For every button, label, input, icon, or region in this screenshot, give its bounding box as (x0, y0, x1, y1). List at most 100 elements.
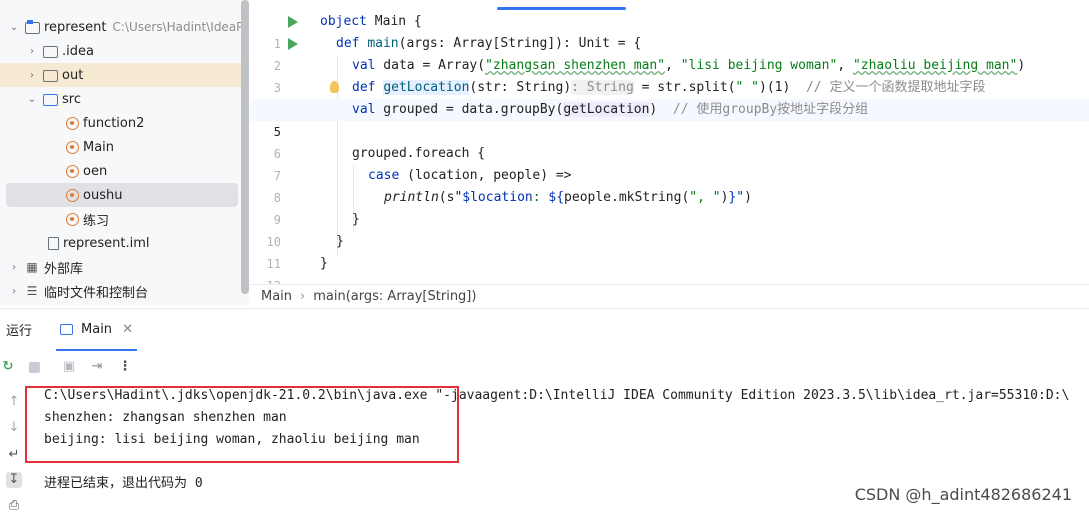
code-text: (location, people) => (399, 168, 572, 183)
console-side-toolbar: ↑ ↓ ↵ ↧ ⎙ (0, 390, 28, 516)
code-line[interactable]: 9 println(s"$location: ${people.mkString… (250, 187, 1089, 227)
print-icon[interactable]: ⎙ (6, 498, 22, 514)
keyword: val (352, 58, 376, 73)
tree-item-label: oushu (83, 187, 123, 203)
annotation-highlight-box (25, 386, 459, 463)
tab-main[interactable]: Main ✕ (56, 309, 137, 351)
lightbulb-icon[interactable] (330, 81, 339, 93)
tree-item-lianxi[interactable]: 练习 (0, 207, 249, 231)
code-text: data = Array( (375, 58, 486, 73)
tree-item-oushu[interactable]: oushu (6, 183, 238, 207)
interpolation-open: ${ (548, 190, 565, 205)
code-line[interactable]: 12 } (250, 253, 1089, 284)
tree-item-label: out (62, 67, 84, 83)
tree-item-function2[interactable]: function2 (0, 111, 249, 135)
chevron-right-icon[interactable]: › (8, 262, 20, 273)
keyword: val (352, 102, 376, 117)
tree-item-oen[interactable]: oen (0, 159, 249, 183)
tree-item-label: represent.iml (63, 235, 150, 251)
keyword: case (368, 168, 400, 183)
code-line-current[interactable]: 5 val grouped = data.groupBy(getLocation… (250, 99, 1089, 139)
keyword: def (352, 80, 376, 95)
comment: // 使用groupBy按地址字段分组 (672, 102, 869, 117)
string-literal: " " (735, 80, 760, 95)
run-panel-title: 运行 (6, 324, 33, 339)
arrow-down-icon[interactable]: ↓ (6, 420, 22, 436)
library-icon: ▦ (26, 260, 38, 274)
tree-item-label: oen (83, 163, 108, 179)
code-line[interactable]: 2 def main(args: Array[String]): Unit = … (250, 33, 1089, 73)
camera-icon[interactable]: ▣ (62, 360, 76, 374)
code-text: ) (1017, 58, 1026, 73)
tree-root[interactable]: ⌄ represent C:\Users\Hadint\IdeaP (0, 15, 249, 39)
chevron-down-icon[interactable]: ⌄ (8, 22, 20, 33)
application-icon (60, 324, 74, 335)
code-line[interactable]: 6 (250, 121, 1089, 161)
tree-item-iml[interactable]: represent.iml (0, 231, 249, 255)
rerun-icon[interactable]: ↻ (1, 360, 15, 374)
code-text: (str: String) (469, 80, 572, 95)
breadcrumb-item[interactable]: main(args: Array[String]) (313, 289, 476, 304)
breadcrumb-item[interactable]: Main (261, 289, 292, 304)
run-icon[interactable] (288, 16, 298, 28)
comment: // 定义一个函数提取地址字段 (805, 80, 986, 95)
code-text: = str.split( (633, 80, 736, 95)
scala-object-icon (66, 116, 79, 130)
code-line[interactable]: 7 grouped.foreach { (250, 143, 1089, 183)
scroll-to-end-icon[interactable]: ↧ (6, 472, 22, 488)
arrow-up-icon[interactable]: ↑ (6, 394, 22, 410)
scala-object-icon (66, 188, 79, 202)
scala-object-icon (66, 212, 79, 226)
code-text: , (837, 58, 853, 73)
tree-item-label: src (62, 91, 81, 107)
tree-item-src[interactable]: ⌄ src (0, 87, 249, 111)
run-icon[interactable] (288, 38, 298, 50)
console-line: 进程已结束，退出代码为 0 (44, 476, 203, 491)
module-folder-icon (24, 20, 40, 34)
tree-item-out[interactable]: › out (0, 63, 249, 87)
line-number: 12 (250, 275, 281, 284)
more-options-icon[interactable]: ⋮ (118, 360, 132, 374)
chevron-right-icon[interactable]: › (26, 46, 38, 57)
code-line[interactable]: 11 } (250, 231, 1089, 271)
file-icon (48, 236, 59, 250)
code-line[interactable]: 4 def getLocation(str: String): String =… (250, 77, 1089, 117)
code-line[interactable]: 8 case (location, people) => (250, 165, 1089, 205)
code-editor[interactable]: 1 object Main { 2 def main(args: Array[S… (250, 0, 1089, 284)
string-literal: "zhangsan shenzhen man" (485, 58, 666, 73)
code-text: ) (649, 102, 658, 117)
string-literal: : (532, 190, 549, 205)
tree-item-main[interactable]: Main (0, 135, 249, 159)
chevron-right-icon: › (300, 289, 306, 304)
tree-scrollbar[interactable] (241, 0, 249, 294)
tree-item-label: 外部库 (44, 261, 84, 277)
breadcrumb: Main › main(args: Array[String]) (250, 284, 1089, 308)
keyword: object (320, 14, 367, 29)
code-text: (s" (438, 190, 463, 205)
code-text: Main { (366, 14, 422, 29)
string-literal: "zhaoliu beijing man" (852, 58, 1018, 73)
soft-wrap-icon[interactable]: ↵ (6, 447, 22, 463)
tree-item-scratches[interactable]: › ☰ 临时文件和控制台 (0, 279, 249, 303)
chevron-right-icon[interactable]: › (26, 70, 38, 81)
tree-root-path: C:\Users\Hadint\IdeaP (112, 20, 244, 34)
stop-icon[interactable] (29, 361, 40, 373)
code-text: } (352, 212, 360, 227)
chevron-down-icon[interactable]: ⌄ (26, 94, 38, 105)
code-line[interactable]: 1 object Main { (250, 11, 1089, 51)
close-icon[interactable]: ✕ (122, 322, 133, 337)
tree-item-idea[interactable]: › .idea (0, 39, 249, 63)
code-line[interactable]: 3 val data = Array("zhangsan shenzhen ma… (250, 55, 1089, 95)
folder-icon (42, 44, 58, 58)
tree-root-label: represent (44, 19, 107, 35)
code-text: grouped.foreach { (352, 146, 486, 161)
code-text: (args: Array[String]): Unit = { (398, 36, 642, 51)
tree-item-external-libs[interactable]: › ▦ 外部库 (0, 255, 249, 279)
chevron-right-icon[interactable]: › (8, 286, 20, 297)
function-name: println (384, 190, 439, 205)
exit-icon[interactable]: ⇥ (90, 360, 104, 374)
code-line[interactable]: 10 } (250, 209, 1089, 249)
tree-item-label: function2 (83, 115, 145, 131)
tree-item-label: 临时文件和控制台 (44, 285, 149, 301)
tree-item-label: Main (83, 139, 115, 155)
